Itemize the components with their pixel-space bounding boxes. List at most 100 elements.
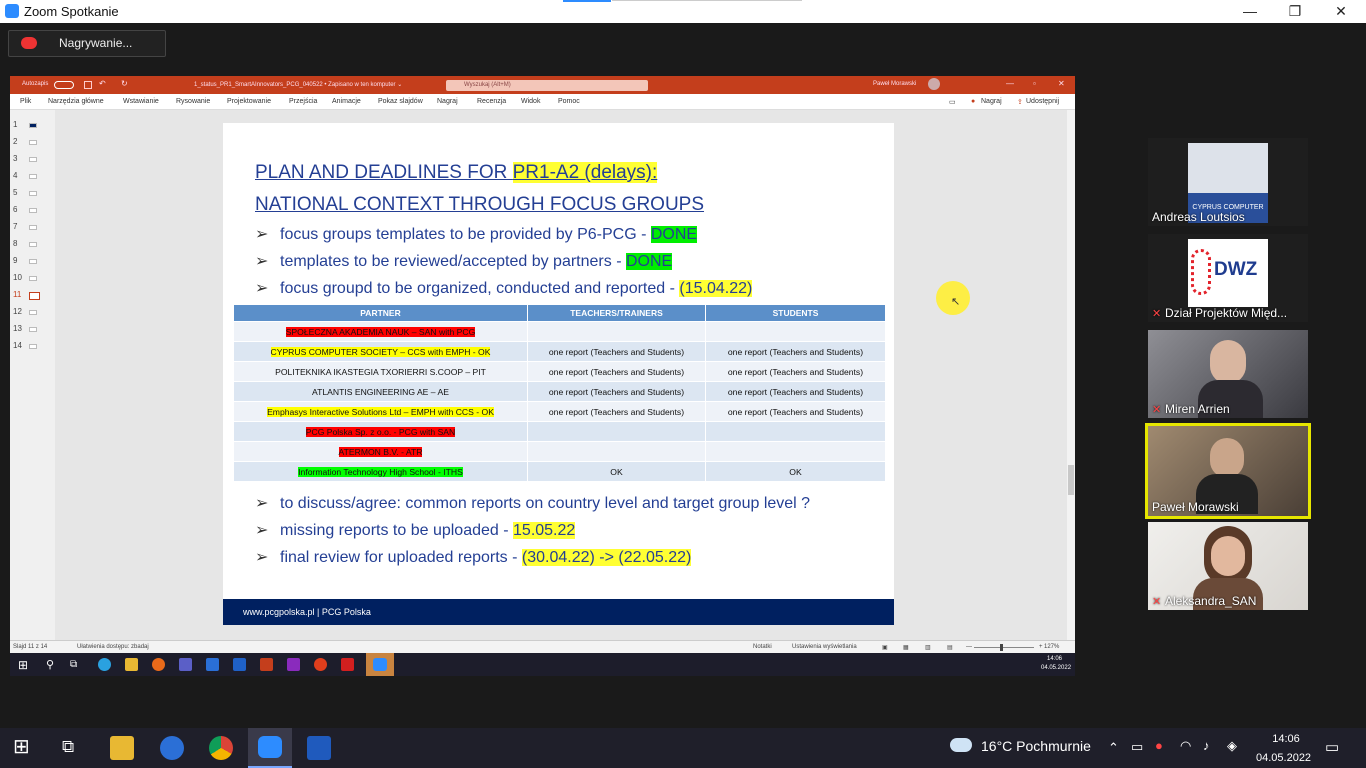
powerpoint-icon[interactable] xyxy=(314,658,327,671)
slide-thumbnail[interactable] xyxy=(29,174,37,179)
slide-thumbnail[interactable] xyxy=(29,225,37,230)
thumb-number[interactable]: 9 xyxy=(13,256,25,265)
folder-icon[interactable] xyxy=(125,658,138,671)
notifications-icon[interactable]: ▭ xyxy=(1325,738,1339,756)
teams-icon[interactable] xyxy=(179,658,192,671)
thumb-number[interactable]: 5 xyxy=(13,188,25,197)
thumb-number[interactable]: 14 xyxy=(13,341,25,350)
outlook-icon[interactable] xyxy=(160,736,184,760)
slide-thumbnail[interactable] xyxy=(29,242,37,247)
menu-design[interactable]: Projektowanie xyxy=(227,98,271,105)
slide-thumbnail[interactable] xyxy=(29,123,37,128)
comment-icon[interactable]: ▭ xyxy=(949,98,956,106)
slide-canvas[interactable]: PLAN AND DEADLINES FOR PR1-A2 (delays): … xyxy=(223,123,894,625)
battery-icon[interactable]: ▭ xyxy=(1131,739,1143,755)
menu-home[interactable]: Narzędzia główne xyxy=(48,98,104,105)
participant-tile-pawel-active[interactable]: Paweł Morawski xyxy=(1145,423,1311,519)
thumb-number-active[interactable]: 11 xyxy=(13,290,25,299)
slide-scrollbar[interactable] xyxy=(1067,110,1075,640)
zoom-level[interactable]: 127% xyxy=(1044,644,1059,650)
thumb-number[interactable]: 6 xyxy=(13,205,25,214)
thumb-number[interactable]: 13 xyxy=(13,324,25,333)
firefox-icon[interactable] xyxy=(152,658,165,671)
thumb-number[interactable]: 4 xyxy=(13,171,25,180)
file-explorer-icon[interactable] xyxy=(110,736,134,760)
slide-thumbnail[interactable] xyxy=(29,310,37,315)
slide-thumbnail-active[interactable] xyxy=(29,292,40,300)
chrome-icon[interactable] xyxy=(209,736,233,760)
taskbar-clock-time[interactable]: 14:06 xyxy=(1266,733,1306,745)
word-icon[interactable] xyxy=(307,736,331,760)
app-icon[interactable] xyxy=(260,658,273,671)
thumb-number[interactable]: 7 xyxy=(13,222,25,231)
redo-icon[interactable]: ↻ xyxy=(121,79,128,88)
volume-icon[interactable]: ♪ xyxy=(1203,738,1210,753)
normal-view-icon[interactable]: ▣ xyxy=(882,644,888,651)
share-button[interactable]: Udostępnij xyxy=(1026,98,1059,105)
zoom-slider[interactable] xyxy=(974,647,1034,648)
slideshow-view-icon[interactable]: ▤ xyxy=(947,644,953,651)
wifi-icon[interactable]: ◠ xyxy=(1180,738,1191,754)
recording-indicator[interactable]: Nagrywanie... xyxy=(8,30,166,57)
thumb-number[interactable]: 12 xyxy=(13,307,25,316)
windows-start-icon[interactable]: ⊞ xyxy=(13,737,30,757)
scrollbar-thumb[interactable] xyxy=(1068,465,1074,495)
slide-thumbnail[interactable] xyxy=(29,276,37,281)
participant-tile-dwz[interactable]: DWZ ✕ Dział Projektów Międ... xyxy=(1148,234,1308,322)
menu-plik[interactable]: Plik xyxy=(20,98,31,105)
zoom-slider-handle[interactable] xyxy=(1000,644,1003,651)
edge-icon[interactable] xyxy=(98,658,111,671)
security-icon[interactable]: ● xyxy=(1155,738,1163,753)
thumb-number[interactable]: 2 xyxy=(13,137,25,146)
menu-help[interactable]: Pomoc xyxy=(558,98,580,105)
menu-record[interactable]: Nagraj xyxy=(437,98,458,105)
undo-icon[interactable]: ↶ xyxy=(99,79,106,88)
acrobat-icon[interactable] xyxy=(341,658,354,671)
search-icon[interactable]: ⚲ xyxy=(46,658,54,671)
restore-icon[interactable]: ▫ xyxy=(1033,79,1036,88)
onenote-icon[interactable] xyxy=(287,658,300,671)
menu-slideshow[interactable]: Pokaz slajdów xyxy=(378,98,423,105)
thumb-number[interactable]: 1 xyxy=(13,120,25,129)
zoom-taskbar-active[interactable] xyxy=(366,653,394,676)
taskbar-clock-date[interactable]: 04.05.2022 xyxy=(1256,752,1311,764)
sorter-view-icon[interactable]: ▦ xyxy=(903,644,909,651)
participant-tile-miren[interactable]: ✕ Miren Arrien xyxy=(1148,330,1308,418)
slide-thumbnail[interactable] xyxy=(29,208,37,213)
thumb-number[interactable]: 10 xyxy=(13,273,25,282)
slide-thumbnail[interactable] xyxy=(29,327,37,332)
autosave-toggle[interactable] xyxy=(54,81,74,89)
record-button[interactable]: Nagraj xyxy=(981,98,1002,105)
notes-button[interactable]: Notatki xyxy=(753,644,772,650)
participant-tile-andreas[interactable]: CYPRUS COMPUTER Andreas Loutsios xyxy=(1148,138,1308,226)
display-settings-button[interactable]: Ustawienia wyświetlania xyxy=(792,644,857,650)
reading-view-icon[interactable]: ▥ xyxy=(925,644,931,651)
zoom-taskbar-active[interactable] xyxy=(248,728,292,768)
slide-thumbnail[interactable] xyxy=(29,259,37,264)
menu-review[interactable]: Recenzja xyxy=(477,98,506,105)
close-icon[interactable]: ✕ xyxy=(1318,0,1364,23)
slide-thumbnail[interactable] xyxy=(29,140,37,145)
slide-thumbnail[interactable] xyxy=(29,344,37,349)
menu-draw[interactable]: Rysowanie xyxy=(176,98,210,105)
zoom-in-icon[interactable]: + xyxy=(1039,644,1043,650)
restore-icon[interactable]: ❐ xyxy=(1272,0,1318,23)
participant-tile-aleksandra[interactable]: ✕ Aleksandra_SAN xyxy=(1148,522,1308,610)
windows-icon[interactable]: ⊞ xyxy=(18,658,28,672)
outlook-icon[interactable] xyxy=(206,658,219,671)
task-view-icon[interactable]: ⧉ xyxy=(70,659,77,670)
slide-thumbnail[interactable] xyxy=(29,157,37,162)
accessibility-status[interactable]: Ułatwienia dostępu: zbadaj xyxy=(77,644,149,650)
close-icon[interactable]: ✕ xyxy=(1058,79,1065,88)
menu-transitions[interactable]: Przejścia xyxy=(289,98,317,105)
menu-insert[interactable]: Wstawianie xyxy=(123,98,159,105)
word-icon[interactable] xyxy=(233,658,246,671)
thumb-number[interactable]: 8 xyxy=(13,239,25,248)
menu-animations[interactable]: Animacje xyxy=(332,98,361,105)
save-icon[interactable] xyxy=(84,81,92,89)
thumb-number[interactable]: 3 xyxy=(13,154,25,163)
zoom-out-icon[interactable]: — xyxy=(966,644,972,650)
minimize-icon[interactable]: — xyxy=(1006,79,1014,88)
show-hidden-icons[interactable]: ⌃ xyxy=(1108,740,1119,756)
menu-view[interactable]: Widok xyxy=(521,98,540,105)
